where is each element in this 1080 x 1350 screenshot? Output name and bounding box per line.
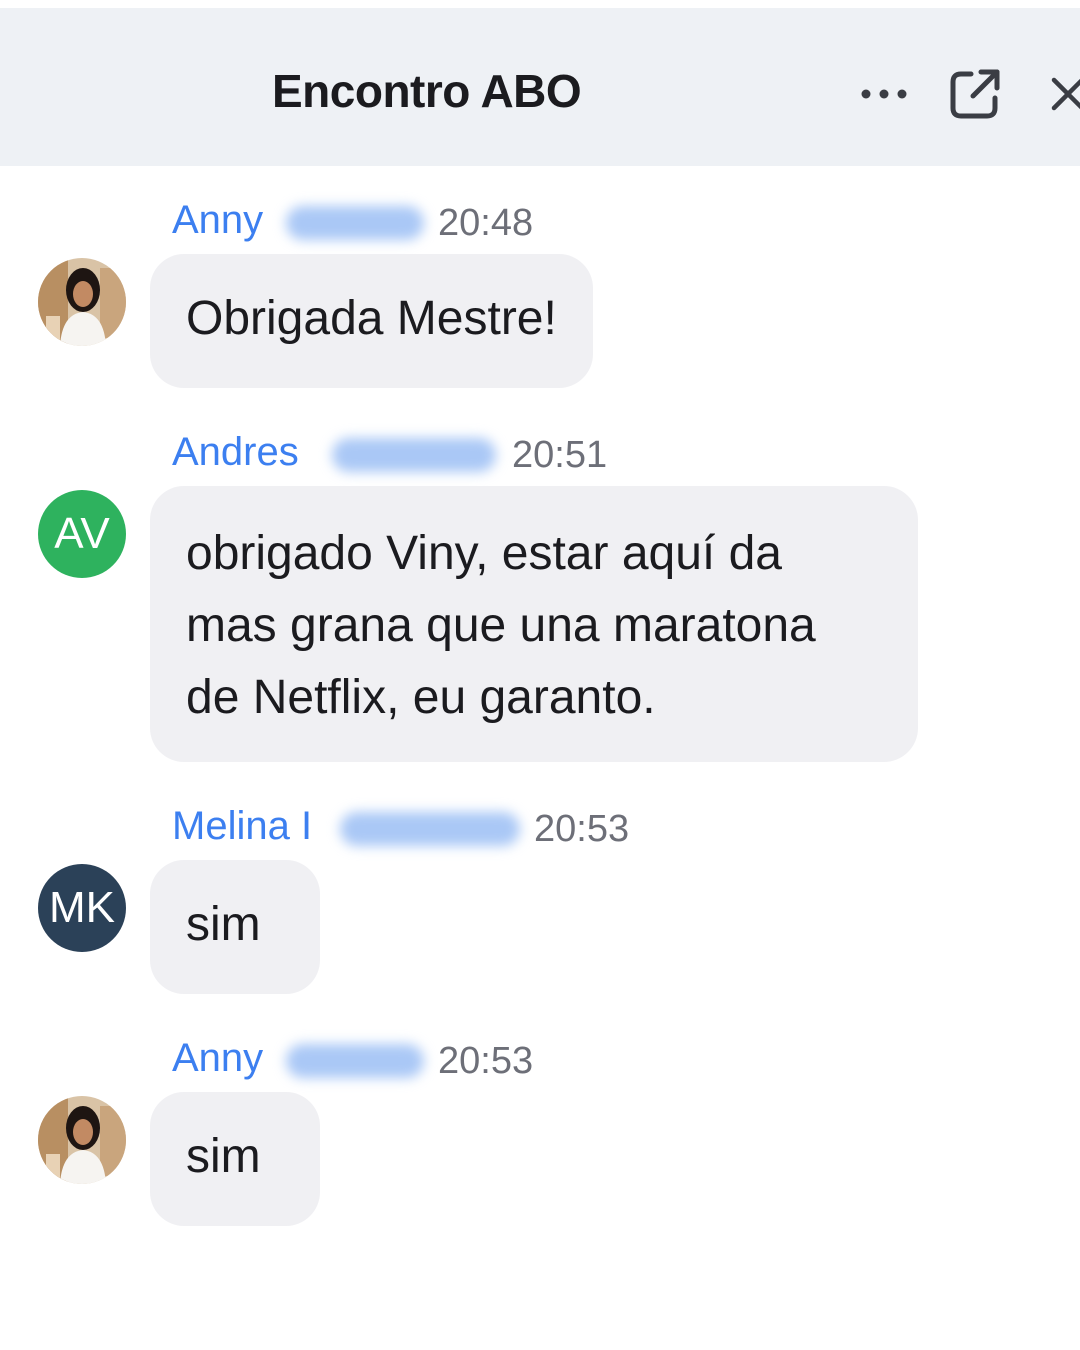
message-bubble: sim bbox=[150, 1092, 320, 1226]
message-bubble: sim bbox=[150, 860, 320, 994]
message-time: 20:53 bbox=[438, 1040, 534, 1082]
sender-name[interactable]: Melina I bbox=[172, 804, 312, 849]
close-button[interactable] bbox=[1040, 66, 1080, 122]
chat-title: Encontro ABO bbox=[272, 65, 582, 117]
message-bubble: Obrigada Mestre! bbox=[150, 254, 593, 388]
sender-name[interactable]: Anny bbox=[172, 198, 263, 243]
profile-photo bbox=[38, 258, 126, 346]
more-options-button[interactable] bbox=[856, 66, 912, 122]
sender-name[interactable]: Anny bbox=[172, 1036, 263, 1081]
pop-out-button[interactable] bbox=[947, 66, 1003, 122]
chat-header: Encontro ABO bbox=[0, 0, 1080, 166]
sender-name[interactable]: Andres bbox=[172, 430, 299, 475]
message-text: sim bbox=[186, 1130, 261, 1183]
redacted-surname bbox=[340, 812, 520, 846]
avatar[interactable]: MK bbox=[38, 864, 126, 952]
message-bubble: obrigado Viny, estar aquí da mas grana q… bbox=[150, 486, 918, 762]
avatar-initials: MK bbox=[49, 883, 115, 932]
close-icon bbox=[1051, 77, 1080, 111]
message-text: Obrigada Mestre! bbox=[186, 292, 557, 345]
avatar[interactable]: AV bbox=[38, 490, 126, 578]
message-text: obrigado Viny, estar aquí da mas grana q… bbox=[186, 527, 816, 724]
message-text: sim bbox=[186, 898, 261, 951]
avatar[interactable] bbox=[38, 258, 126, 346]
profile-photo bbox=[38, 1096, 126, 1184]
avatar-initials: AV bbox=[54, 509, 110, 558]
avatar[interactable] bbox=[38, 1096, 126, 1184]
redacted-surname bbox=[332, 438, 496, 472]
redacted-surname bbox=[286, 206, 424, 240]
redacted-surname bbox=[286, 1044, 424, 1078]
message-time: 20:48 bbox=[438, 202, 534, 244]
chat-panel: Encontro ABO Anny 20:48 Obrigada Mestre!… bbox=[0, 0, 1080, 1350]
message-time: 20:53 bbox=[534, 808, 630, 850]
message-time: 20:51 bbox=[512, 434, 608, 476]
pop-out-icon bbox=[950, 69, 1000, 119]
more-options-icon bbox=[861, 89, 907, 99]
